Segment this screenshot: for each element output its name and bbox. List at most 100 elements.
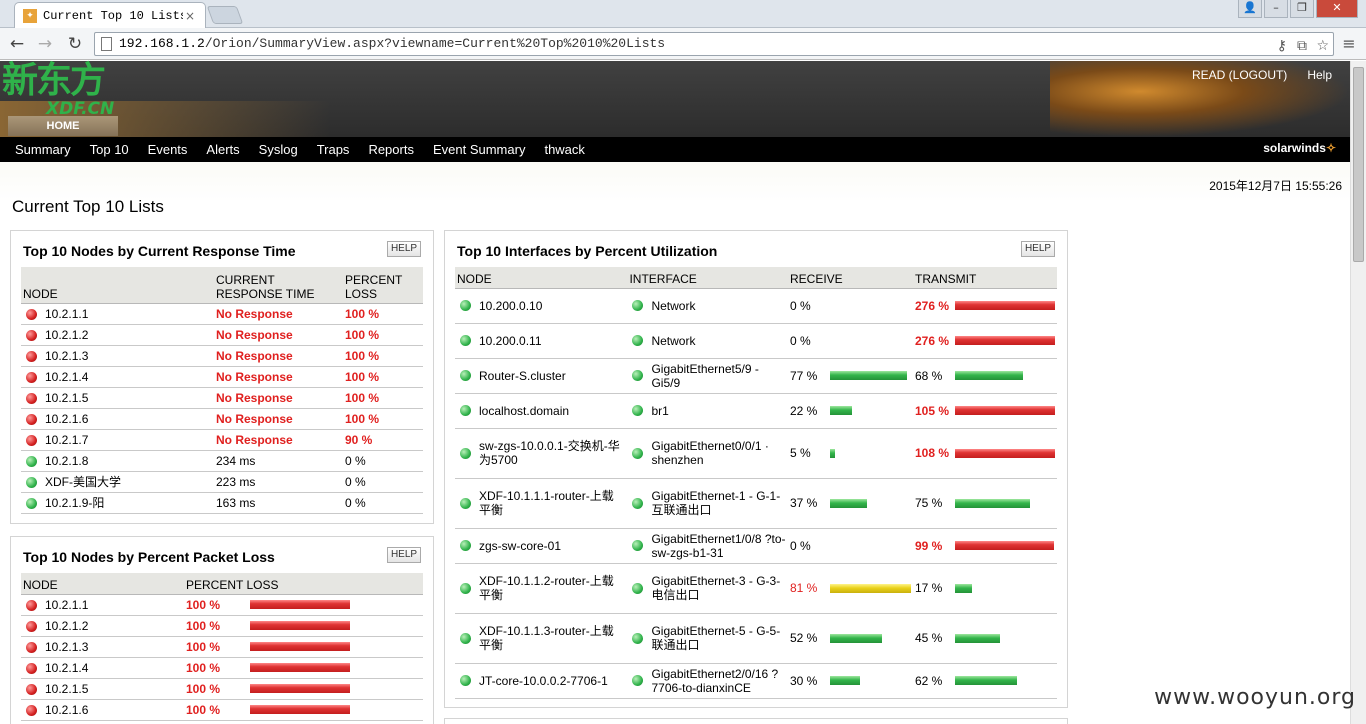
interface-link[interactable]: GigabitEthernet-5 - G-5-联通出口 bbox=[651, 624, 786, 652]
node-link[interactable]: Router-S.cluster bbox=[479, 369, 566, 383]
col-interface[interactable]: INTERFACE bbox=[627, 267, 788, 289]
loss-panel-title[interactable]: Top 10 Nodes by Percent Packet Loss bbox=[23, 549, 275, 565]
node-cell: 10.2.1.3 bbox=[21, 636, 184, 658]
node-link[interactable]: 10.2.1.8 bbox=[45, 454, 88, 468]
response-time-cell: 163 ms bbox=[214, 492, 343, 514]
node-link[interactable]: 10.2.1.2 bbox=[45, 328, 88, 342]
close-window-button[interactable]: ✕ bbox=[1316, 0, 1358, 18]
nav-thwack[interactable]: thwack bbox=[544, 142, 584, 157]
status-icon bbox=[460, 370, 471, 381]
receive-bar bbox=[829, 633, 882, 643]
transmit-bar bbox=[955, 633, 1000, 643]
status-icon bbox=[26, 476, 37, 488]
col-transmit[interactable]: TRANSMIT bbox=[913, 267, 1057, 289]
loss-value: 100 % bbox=[186, 618, 221, 633]
home-tab[interactable]: HOME bbox=[8, 116, 118, 136]
node-link[interactable]: 10.2.1.5 bbox=[45, 682, 88, 696]
interface-link[interactable]: GigabitEthernet-1 - G-1-互联通出口 bbox=[651, 489, 786, 517]
nav-event-summary[interactable]: Event Summary bbox=[433, 142, 525, 157]
nav-top10[interactable]: Top 10 bbox=[90, 142, 129, 157]
node-link[interactable]: sw-zgs-10.0.0.1-交换机-华为5700 bbox=[479, 439, 625, 467]
node-link[interactable]: 10.200.0.11 bbox=[479, 334, 542, 348]
node-link[interactable]: 10.2.1.5 bbox=[45, 391, 88, 405]
response-time-cell: No Response bbox=[214, 324, 343, 346]
reload-icon[interactable]: ↻ bbox=[64, 34, 86, 54]
key-icon[interactable]: ⚷ bbox=[1277, 35, 1287, 57]
node-link[interactable]: localhost.domain bbox=[479, 404, 569, 418]
interface-link[interactable]: GigabitEthernet1/0/8 ?to-sw-zgs-b1-31 bbox=[651, 532, 786, 560]
table-row: XDF-美国大学 223 ms 0 % bbox=[21, 471, 423, 493]
close-tab-icon[interactable]: × bbox=[183, 9, 197, 23]
minimize-button[interactable]: – bbox=[1264, 0, 1288, 18]
nav-alerts[interactable]: Alerts bbox=[206, 142, 239, 157]
node-link[interactable]: zgs-sw-core-01 bbox=[479, 539, 561, 553]
col-response[interactable]: CURRENT RESPONSE TIME bbox=[214, 267, 343, 304]
col-node[interactable]: NODE bbox=[21, 267, 214, 304]
interface-link[interactable]: GigabitEthernet5/9 - Gi5/9 bbox=[651, 362, 786, 390]
interfaces-help-button[interactable]: HELP bbox=[1021, 241, 1055, 257]
logout-link[interactable]: READ (LOGOUT) bbox=[1192, 68, 1287, 82]
help-link[interactable]: Help bbox=[1307, 68, 1332, 82]
url-input[interactable]: 192.168.1.2/Orion/SummaryView.aspx?viewn… bbox=[94, 32, 1334, 56]
user-profile-icon[interactable]: 👤 bbox=[1238, 0, 1262, 18]
col-node[interactable]: NODE bbox=[455, 267, 628, 289]
node-cell: sw-zgs-10.0.0.1-交换机-华为5700 bbox=[455, 428, 628, 479]
restore-button[interactable]: ❐ bbox=[1290, 0, 1314, 18]
receive-value: 30 % bbox=[789, 673, 818, 688]
node-link[interactable]: 10.2.1.1 bbox=[45, 307, 88, 321]
status-icon bbox=[632, 335, 644, 346]
node-link[interactable]: XDF-10.1.1.3-router-上载平衡 bbox=[479, 624, 625, 652]
receive-bar bbox=[829, 371, 907, 380]
loss-help-button[interactable]: HELP bbox=[387, 547, 421, 563]
response-panel-title[interactable]: Top 10 Nodes by Current Response Time bbox=[23, 243, 296, 259]
node-link[interactable]: XDF-10.1.1.2-router-上载平衡 bbox=[479, 574, 625, 602]
interfaces-panel-title[interactable]: Top 10 Interfaces by Percent Utilization bbox=[457, 243, 717, 259]
node-link[interactable]: 10.2.1.3 bbox=[45, 640, 88, 654]
page-scrollbar[interactable] bbox=[1350, 61, 1366, 724]
browser-tab[interactable]: ✦ Current Top 10 Lists × bbox=[14, 2, 206, 29]
interface-link[interactable]: GigabitEthernet-3 - G-3-电信出口 bbox=[651, 574, 786, 602]
response-help-button[interactable]: HELP bbox=[387, 241, 421, 257]
browser-menu-icon[interactable]: ≡ bbox=[1340, 36, 1358, 52]
interface-link[interactable]: Network bbox=[651, 299, 695, 313]
node-link[interactable]: 10.200.0.10 bbox=[479, 299, 542, 313]
transmit-cell: 68 % bbox=[913, 358, 1057, 394]
node-link[interactable]: 10.2.1.1 bbox=[45, 598, 88, 612]
interface-link[interactable]: Network bbox=[651, 334, 695, 348]
interface-link[interactable]: GigabitEthernet2/0/16 ?7706-to-dianxinCE bbox=[651, 667, 786, 695]
nav-summary[interactable]: Summary bbox=[15, 142, 71, 157]
col-loss[interactable]: PERCENT LOSS bbox=[343, 267, 423, 304]
node-link[interactable]: 10.2.1.2 bbox=[45, 619, 88, 633]
node-link[interactable]: 10.2.1.9-阳 bbox=[45, 496, 104, 510]
node-link[interactable]: 10.2.1.7 bbox=[45, 433, 88, 447]
node-link[interactable]: 10.2.1.3 bbox=[45, 349, 88, 363]
page-title: Current Top 10 Lists bbox=[12, 197, 164, 216]
receive-value: 37 % bbox=[789, 496, 818, 510]
next-panel bbox=[444, 718, 1068, 724]
forward-arrow-icon[interactable]: → bbox=[34, 34, 56, 54]
node-link[interactable]: 10.2.1.4 bbox=[45, 370, 88, 384]
node-link[interactable]: 10.2.1.6 bbox=[45, 703, 88, 717]
nav-reports[interactable]: Reports bbox=[368, 142, 414, 157]
interface-link[interactable]: GigabitEthernet0/0/1 · shenzhen bbox=[651, 439, 786, 467]
back-arrow-icon[interactable]: ← bbox=[6, 34, 28, 54]
col-loss[interactable]: PERCENT LOSS bbox=[184, 573, 423, 595]
logo-cn[interactable]: 新东方 bbox=[2, 61, 106, 101]
col-receive[interactable]: RECEIVE bbox=[787, 267, 913, 289]
node-link[interactable]: XDF-10.1.1.1-router-上载平衡 bbox=[479, 489, 625, 517]
node-link[interactable]: 10.2.1.6 bbox=[45, 412, 88, 426]
nav-traps[interactable]: Traps bbox=[317, 142, 350, 157]
new-tab-button[interactable] bbox=[206, 6, 244, 24]
scrollbar-thumb[interactable] bbox=[1353, 67, 1364, 262]
bookmark-star-icon[interactable]: ☆ bbox=[1316, 35, 1329, 57]
transmit-bar bbox=[955, 676, 1017, 685]
nav-syslog[interactable]: Syslog bbox=[259, 142, 298, 157]
node-link[interactable]: XDF-美国大学 bbox=[45, 475, 121, 489]
col-node[interactable]: NODE bbox=[21, 573, 184, 595]
translate-icon[interactable]: ⧉ bbox=[1297, 35, 1307, 57]
node-link[interactable]: JT-core-10.0.0.2-7706-1 bbox=[479, 674, 608, 688]
node-link[interactable]: 10.2.1.4 bbox=[45, 661, 88, 675]
status-icon bbox=[26, 599, 37, 611]
nav-events[interactable]: Events bbox=[148, 142, 188, 157]
interface-link[interactable]: br1 bbox=[651, 404, 668, 418]
